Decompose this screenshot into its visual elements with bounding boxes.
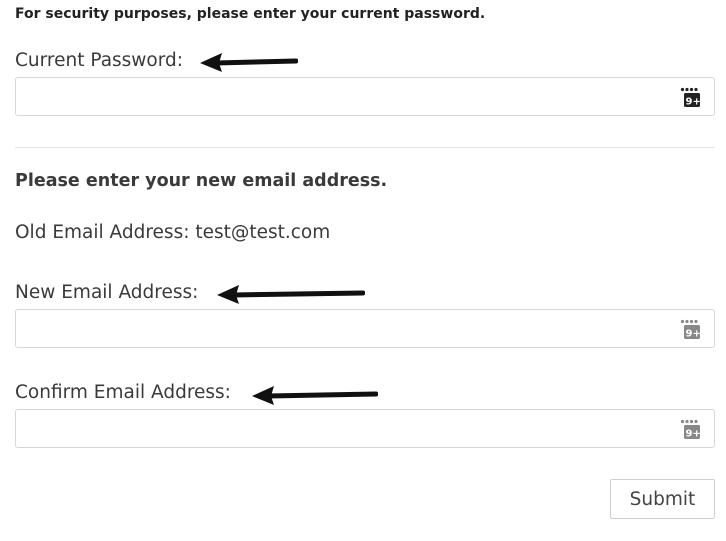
svg-text:9+: 9+ <box>686 429 701 440</box>
current-password-input[interactable] <box>16 78 676 115</box>
annotation-arrow-icon <box>217 285 365 304</box>
section-divider <box>15 147 715 148</box>
security-notice: For security purposes, please enter your… <box>15 6 486 22</box>
annotation-arrow-icon <box>252 386 378 405</box>
submit-button[interactable]: Submit <box>610 479 715 519</box>
new-email-field[interactable]: 9+ <box>15 309 715 348</box>
keypad-icon[interactable]: 9+ <box>680 418 702 440</box>
new-email-input[interactable] <box>16 310 676 347</box>
confirm-email-label: Confirm Email Address: <box>15 382 231 403</box>
confirm-email-field[interactable]: 9+ <box>15 409 715 448</box>
svg-text:9+: 9+ <box>686 329 701 340</box>
current-password-label: Current Password: <box>15 50 184 71</box>
old-email-text: Old Email Address: test@test.com <box>15 222 331 243</box>
confirm-email-input[interactable] <box>16 410 676 447</box>
svg-text:9+: 9+ <box>686 97 701 108</box>
keypad-icon[interactable]: 9+ <box>680 86 702 108</box>
new-email-heading: Please enter your new email address. <box>15 171 388 191</box>
new-email-label: New Email Address: <box>15 282 199 303</box>
current-password-field[interactable]: 9+ <box>15 77 715 116</box>
annotation-arrow-icon <box>200 53 298 72</box>
keypad-icon[interactable]: 9+ <box>680 318 702 340</box>
